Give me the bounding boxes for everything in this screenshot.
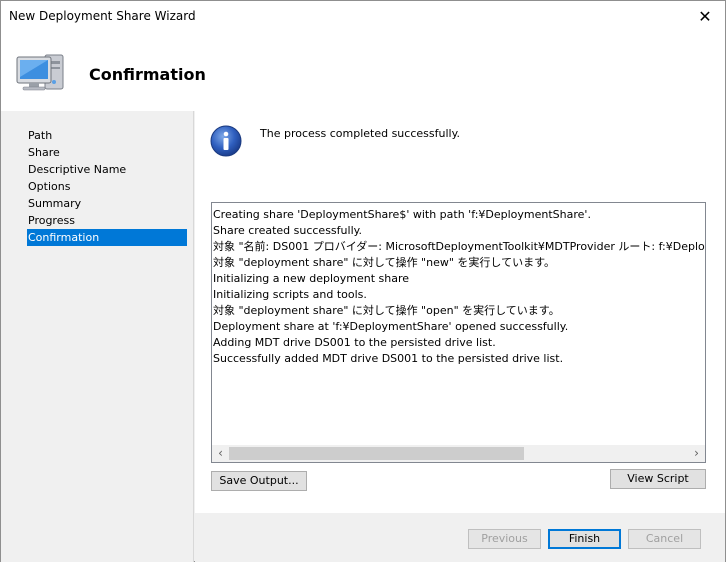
output-line: Share created successfully.	[213, 224, 363, 237]
output-line: 対象 "名前: DS001 プロバイダー: MicrosoftDeploymen…	[213, 240, 705, 253]
previous-button[interactable]: Previous	[468, 529, 541, 549]
window-title: New Deployment Share Wizard	[9, 9, 196, 23]
output-line: 対象 "deployment share" に対して操作 "new" を実行して…	[213, 256, 555, 269]
output-line: Successfully added MDT drive DS001 to th…	[213, 352, 564, 365]
sidebar-item-descriptive-name: Descriptive Name	[28, 163, 127, 176]
cancel-button[interactable]: Cancel	[628, 529, 701, 549]
output-line: Initializing scripts and tools.	[213, 288, 367, 301]
output-line: Initializing a new deployment share	[213, 272, 410, 285]
wizard-steps-sidebar: Path Share Descriptive Name Options Summ…	[1, 111, 194, 562]
finish-button[interactable]: Finish	[548, 529, 621, 549]
wizard-window: New Deployment Share Wizard ✕ Confirmati…	[0, 0, 726, 562]
chevron-left-icon: ‹	[218, 446, 223, 460]
horizontal-scrollbar[interactable]: ‹ ›	[212, 445, 705, 462]
close-icon: ✕	[698, 6, 712, 26]
title-bar: New Deployment Share Wizard ✕	[1, 1, 725, 31]
scroll-right-button[interactable]: ›	[688, 445, 705, 462]
wizard-footer: Previous Finish Cancel	[195, 513, 725, 562]
sidebar-item-path: Path	[28, 129, 53, 142]
main-content: The process completed successfully. Crea…	[195, 111, 725, 513]
output-log-text: Creating share 'DeploymentShare$' with p…	[213, 207, 705, 445]
sidebar-item-options: Options	[28, 180, 71, 193]
output-line: Creating share 'DeploymentShare$' with p…	[213, 208, 591, 221]
sidebar-item-progress: Progress	[28, 214, 75, 227]
save-output-button[interactable]: Save Output...	[211, 471, 307, 491]
sidebar-item-confirmation: Confirmation	[27, 229, 187, 246]
page-title: Confirmation	[89, 65, 206, 84]
output-line: Deployment share at 'f:¥DeploymentShare'…	[213, 320, 569, 333]
scroll-left-button[interactable]: ‹	[212, 445, 229, 462]
output-line: 対象 "deployment share" に対して操作 "open" を実行し…	[213, 304, 560, 317]
chevron-right-icon: ›	[694, 446, 699, 460]
sidebar-item-summary: Summary	[28, 197, 82, 210]
output-line: Adding MDT drive DS001 to the persisted …	[213, 336, 496, 349]
close-button[interactable]: ✕	[685, 1, 725, 31]
view-script-button[interactable]: View Script	[610, 469, 706, 489]
output-log[interactable]: Creating share 'DeploymentShare$' with p…	[211, 202, 706, 463]
status-message: The process completed successfully.	[260, 127, 461, 140]
wizard-header: Confirmation	[1, 31, 725, 111]
info-icon	[210, 125, 242, 157]
scrollbar-thumb[interactable]	[229, 447, 524, 460]
computer-icon	[16, 54, 64, 91]
sidebar-item-share: Share	[28, 146, 60, 159]
